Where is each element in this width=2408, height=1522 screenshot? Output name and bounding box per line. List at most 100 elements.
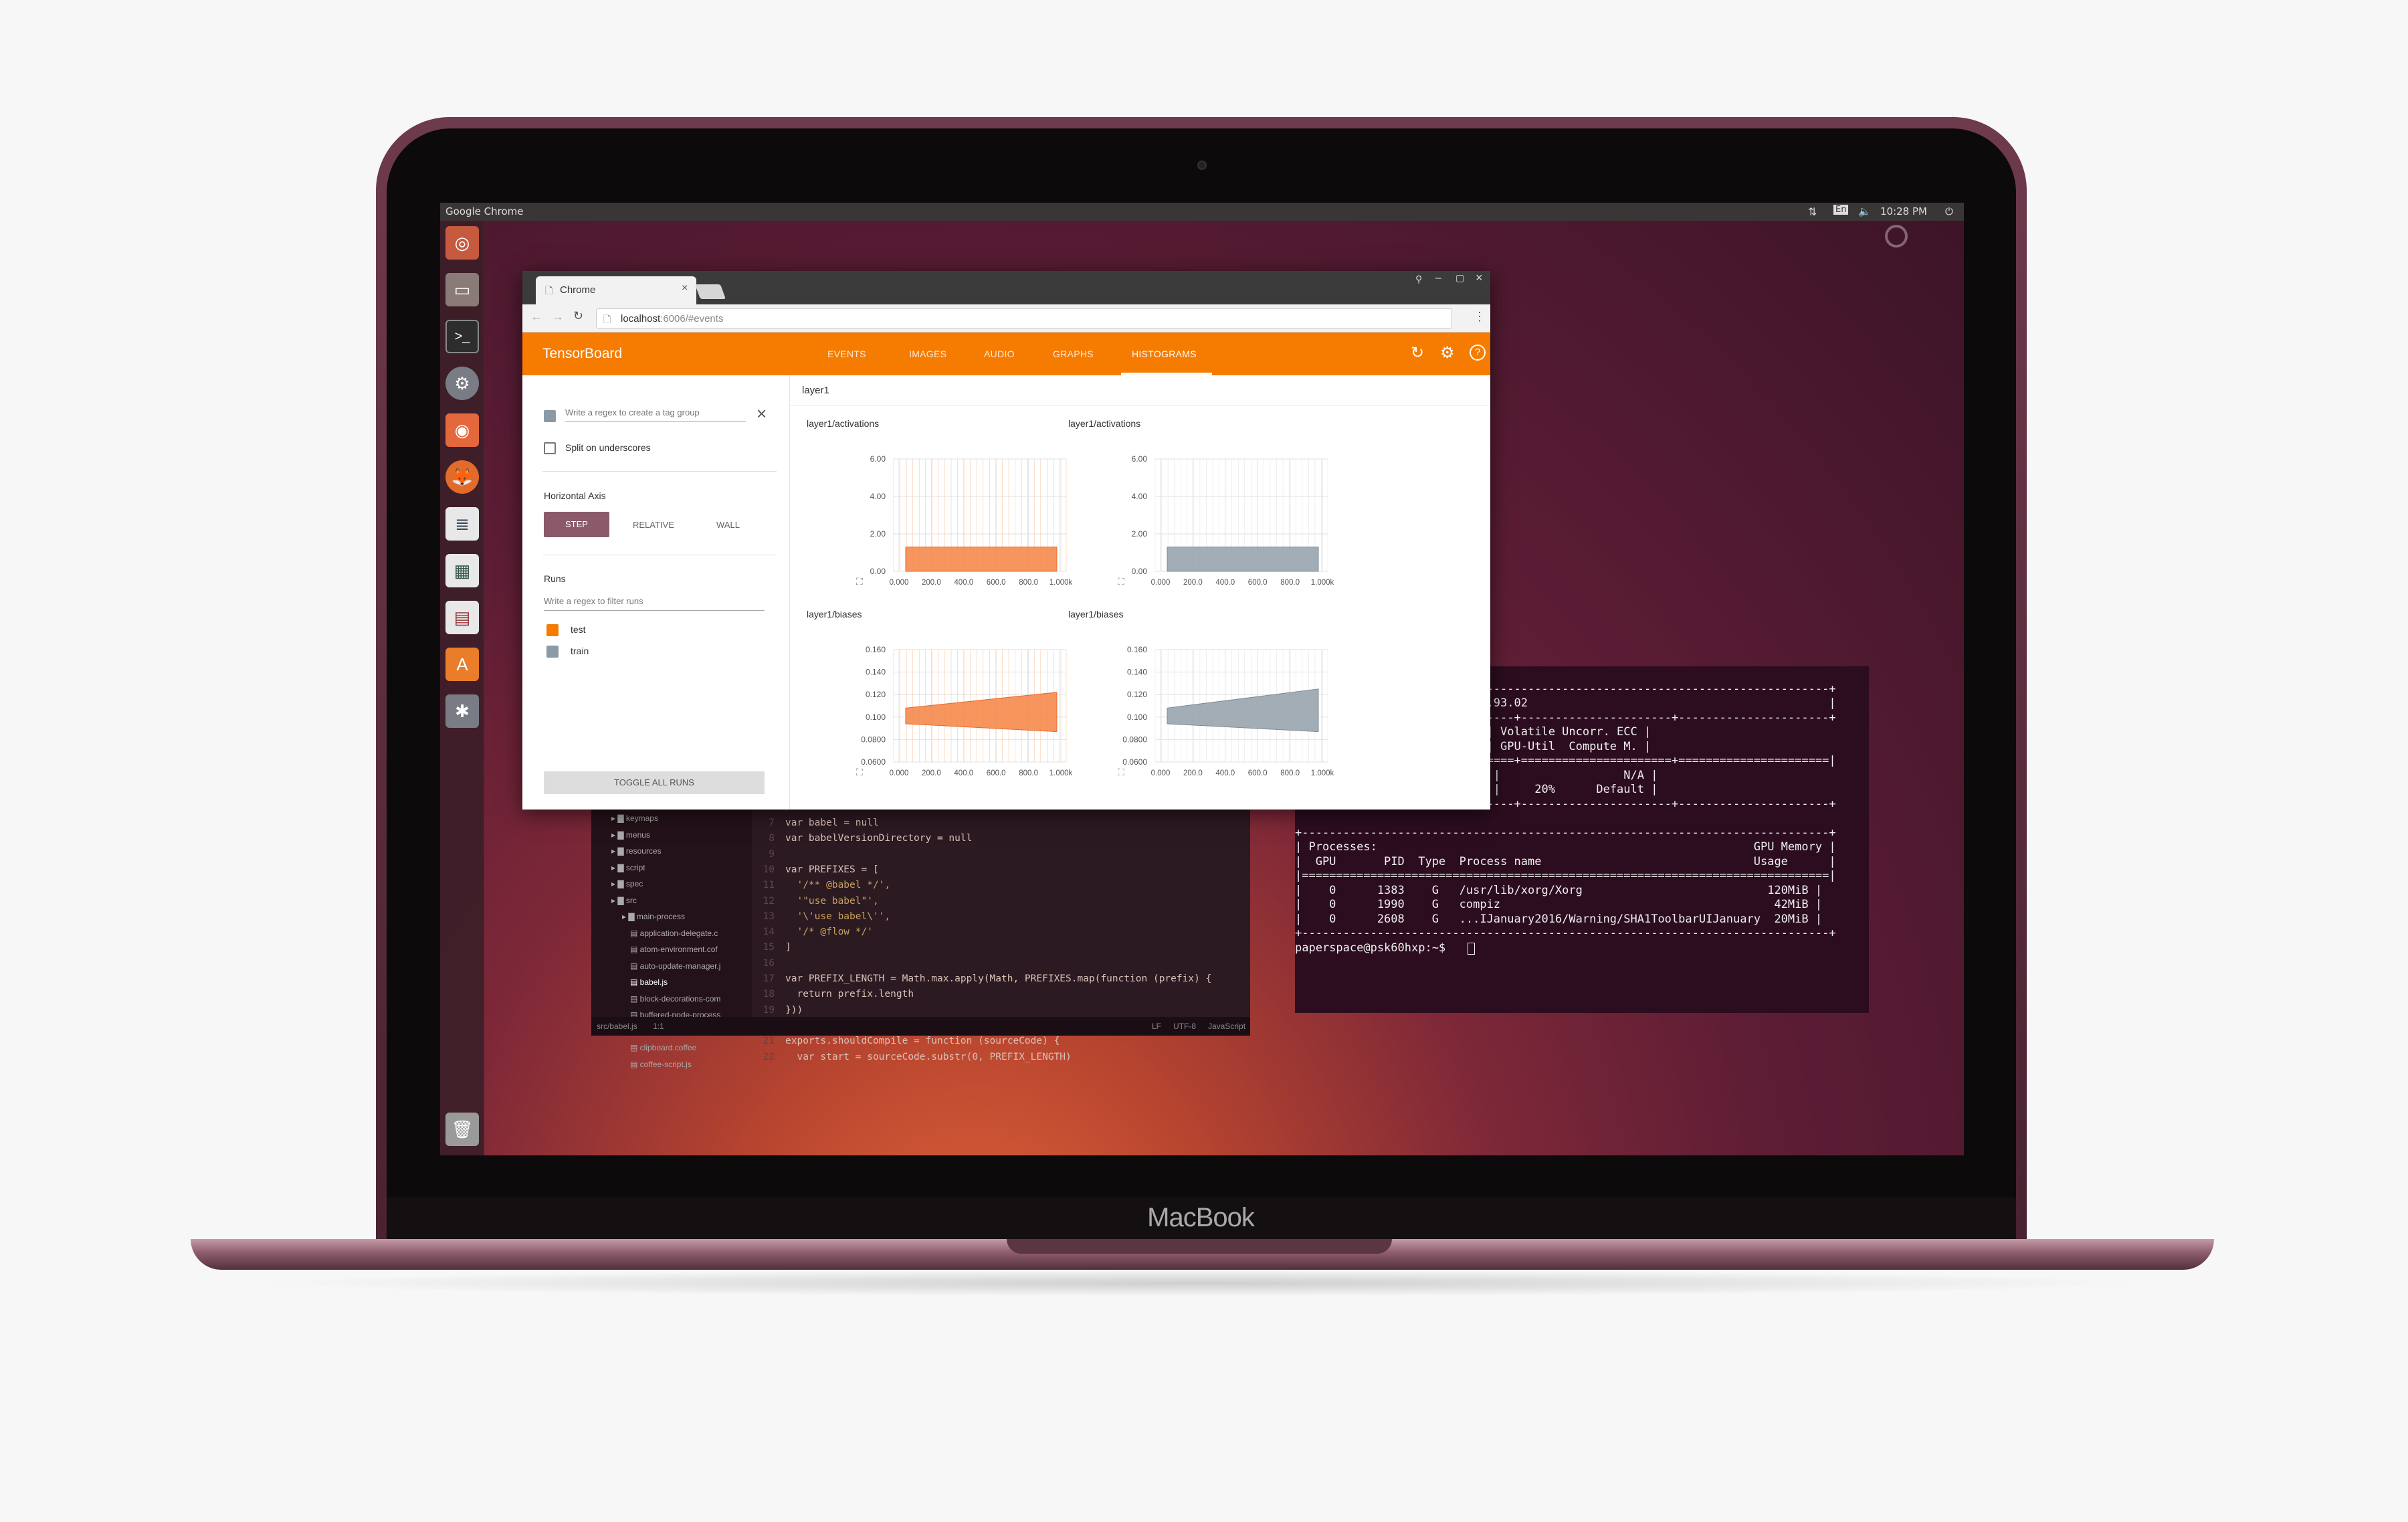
dash-icon[interactable]: ◎ xyxy=(445,226,479,260)
line-number: 16 xyxy=(763,957,775,969)
x-tick-label: 200.0 xyxy=(1183,769,1203,777)
axis-wall-button[interactable]: WALL xyxy=(716,520,740,530)
tab-audio[interactable]: AUDIO xyxy=(984,349,1015,359)
y-tick-label: 4.00 xyxy=(870,492,886,501)
status-file[interactable]: src/babel.js xyxy=(597,1022,637,1031)
chrome-menu-icon[interactable]: ⋮ xyxy=(1474,310,1486,324)
trash-icon[interactable]: 🗑 xyxy=(445,1113,479,1146)
code-line: ] xyxy=(785,942,791,953)
close-tab-icon[interactable]: × xyxy=(682,282,688,294)
tab-images[interactable]: IMAGES xyxy=(909,349,946,359)
split-underscores-label: Split on underscores xyxy=(565,442,651,453)
address-bar[interactable]: 🗋 localhost:6006/#events xyxy=(596,308,1452,328)
system-settings-icon[interactable]: ⚙ xyxy=(445,367,479,400)
tree-file[interactable]: ▤ block-decorations-com xyxy=(630,994,720,1004)
runs-heading: Runs xyxy=(544,573,566,584)
tree-folder[interactable]: ▸ ▇ spec xyxy=(611,879,643,888)
x-tick-label: 800.0 xyxy=(1019,769,1038,777)
tab-histograms[interactable]: HISTOGRAMS xyxy=(1132,349,1197,359)
tree-file[interactable]: ▤ clipboard.coffee xyxy=(630,1043,696,1052)
browser-tab[interactable]: 🗋 Chrome × xyxy=(536,276,696,304)
run-train-checkbox[interactable] xyxy=(546,646,559,658)
code-line: var PREFIXES = [ xyxy=(785,864,879,875)
axis-relative-button[interactable]: RELATIVE xyxy=(633,520,674,530)
code-line: '/* @flow */' xyxy=(785,927,873,938)
terminal-icon[interactable]: >_ xyxy=(445,320,479,353)
line-number: 15 xyxy=(763,942,775,953)
y-tick-label: 2.00 xyxy=(870,529,886,539)
impress-icon[interactable]: ▤ xyxy=(445,601,479,634)
status-cursor[interactable]: 1:1 xyxy=(653,1022,664,1031)
firefox-icon[interactable]: 🦊 xyxy=(445,460,479,494)
toggle-all-runs-button[interactable]: TOGGLE ALL RUNS xyxy=(544,771,765,794)
status-grammar[interactable]: JavaScript xyxy=(1208,1022,1245,1031)
tree-file[interactable]: ▤ atom-environment.cof xyxy=(630,945,718,954)
tree-file[interactable]: ▤ babel.js xyxy=(630,977,668,987)
tag-group-checkbox[interactable] xyxy=(544,410,556,422)
page-icon: 🗋 xyxy=(545,285,553,296)
expand-chart-icon: ⛶ xyxy=(1118,767,1124,777)
run-test-checkbox[interactable] xyxy=(546,624,559,636)
axis-step-button[interactable]: STEP xyxy=(544,512,609,537)
clear-icon[interactable]: × xyxy=(757,403,767,424)
minimize-icon[interactable]: – xyxy=(1435,272,1441,284)
settings-icon[interactable]: ✱ xyxy=(445,694,479,728)
close-window-icon[interactable]: × xyxy=(1476,271,1483,285)
status-encoding[interactable]: UTF-8 xyxy=(1173,1022,1196,1031)
line-number: 14 xyxy=(763,927,775,938)
gear-icon[interactable]: ⚙ xyxy=(1440,343,1455,363)
help-icon[interactable]: ? xyxy=(1470,345,1486,361)
tree-folder[interactable]: ▸ ▇ main-process xyxy=(622,912,685,921)
back-icon[interactable]: ← xyxy=(530,310,542,324)
tree-file[interactable]: ▤ auto-update-manager.j xyxy=(630,961,720,971)
workspace-indicator-icon xyxy=(1885,225,1908,248)
network-icon[interactable]: ⇅ xyxy=(1808,205,1817,218)
tag-group-input[interactable]: Write a regex to create a tag group xyxy=(565,407,746,422)
code-area[interactable]: 7 var babel = null 8 var babelVersionDirect… xyxy=(752,810,1250,1062)
profile-icon[interactable]: ⚲ xyxy=(1415,274,1422,285)
y-tick-label: 0.0600 xyxy=(861,757,886,767)
y-tick-label: 0.120 xyxy=(1127,690,1147,699)
calc-icon[interactable]: ▦ xyxy=(445,554,479,587)
terminal-line: | GPU PID Type Process name Usage | xyxy=(1295,854,1836,868)
y-tick-label: 0.140 xyxy=(1127,668,1147,677)
x-tick-label: 600.0 xyxy=(987,769,1006,777)
tree-folder[interactable]: ▸ ▇ src xyxy=(611,896,637,905)
maximize-icon[interactable]: ▢ xyxy=(1456,272,1464,284)
software-center-icon[interactable]: A xyxy=(445,648,479,681)
runs-filter-input[interactable]: Write a regex to filter runs xyxy=(544,596,765,611)
new-tab-button[interactable] xyxy=(694,284,726,299)
tab-graphs[interactable]: GRAPHS xyxy=(1053,349,1094,359)
volume-icon[interactable]: 🔈 xyxy=(1858,205,1871,217)
tree-folder[interactable]: ▸ ▇ script xyxy=(611,863,645,872)
files-icon[interactable]: ▭ xyxy=(445,273,479,306)
y-tick-label: 0.00 xyxy=(1132,567,1148,576)
split-underscores-checkbox[interactable] xyxy=(544,442,556,454)
clock[interactable]: 10:28 PM xyxy=(1880,205,1927,217)
app-title: TensorBoard xyxy=(542,346,623,361)
tree-file[interactable]: ▤ coffee-script.js xyxy=(630,1060,692,1069)
writer-icon[interactable]: ≣ xyxy=(445,507,479,541)
refresh-icon[interactable]: ↻ xyxy=(1411,343,1424,363)
tree-folder[interactable]: ▸ ▇ keymaps xyxy=(611,814,658,823)
y-tick-label: 0.120 xyxy=(866,690,886,699)
x-tick-label: 800.0 xyxy=(1280,579,1300,587)
file-tree: ▸ ▇ keymaps ▸ ▇ menus ▸ ▇ resources ▸ ▇ scr… xyxy=(591,810,752,1069)
tree-folder[interactable]: ▸ ▇ menus xyxy=(611,830,650,840)
line-number: 7 xyxy=(769,818,775,828)
tree-folder[interactable]: ▸ ▇ resources xyxy=(611,846,662,856)
y-tick-label: 0.0600 xyxy=(1122,757,1147,767)
code-editor-window: ▸ ▇ keymaps ▸ ▇ menus ▸ ▇ resources ▸ ▇ scr… xyxy=(591,810,1250,1069)
tree-file[interactable]: ▤ application-delegate.c xyxy=(630,929,718,938)
laptop-notch xyxy=(1007,1239,1392,1254)
power-icon[interactable]: ⏻ xyxy=(1945,205,1953,217)
terminal-line: | 0 2608 G ...IJanuary2016/Warning/SHA1T… xyxy=(1295,912,1823,926)
forward-icon[interactable]: → xyxy=(552,310,564,324)
reload-icon[interactable]: ↻ xyxy=(573,309,583,323)
launcher: ◎ ▭ >_ ⚙ ◉ 🦊 ≣ ▦ ▤ A ✱ 🗑 xyxy=(440,221,484,1155)
keyboard-language[interactable]: En xyxy=(1833,205,1849,215)
tab-events[interactable]: EVENTS xyxy=(827,349,866,359)
page-info-icon[interactable]: 🗋 xyxy=(603,312,611,328)
status-line-ending[interactable]: LF xyxy=(1152,1022,1161,1031)
chrome-icon[interactable]: ◉ xyxy=(445,413,479,447)
